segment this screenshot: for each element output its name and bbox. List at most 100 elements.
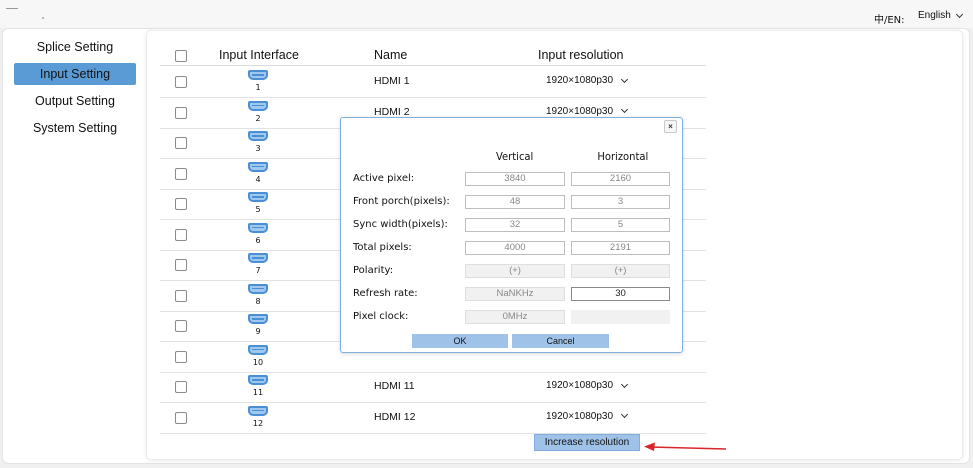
vertical-value-field: 48 bbox=[465, 195, 565, 209]
hdmi-port-icon bbox=[248, 314, 268, 324]
hdmi-port-icon bbox=[248, 161, 268, 172]
top-bar: 中/EN: English bbox=[0, 0, 973, 28]
horizontal-value-field: (+) bbox=[571, 264, 670, 278]
row-checkbox[interactable] bbox=[175, 259, 187, 271]
hdmi-port-icon bbox=[248, 405, 268, 416]
vertical-value-field: 4000 bbox=[465, 241, 565, 255]
window-minimize-mark bbox=[6, 8, 18, 9]
sidebar: Splice Setting Input Setting Output Settin… bbox=[14, 36, 136, 144]
vertical-value-field: 3840 bbox=[465, 172, 565, 186]
port-number: 11 bbox=[252, 388, 264, 397]
resolution-select[interactable]: 1920×1080p30 bbox=[546, 75, 629, 86]
chevron-down-icon bbox=[620, 75, 629, 83]
column-horizontal: Horizontal bbox=[597, 151, 649, 163]
hdmi-port-icon bbox=[248, 283, 268, 294]
hdmi-port-icon bbox=[248, 100, 268, 111]
resolution-select[interactable]: 1920×1080p30 bbox=[546, 380, 629, 391]
horizontal-value-field: 3 bbox=[571, 195, 670, 209]
port-number: 3 bbox=[255, 144, 261, 153]
chevron-down-icon bbox=[620, 105, 629, 114]
table-row: 12 HDMI 12 1920×1080p30 bbox=[160, 403, 706, 434]
row-checkbox[interactable] bbox=[175, 167, 187, 180]
resolution-value: 1920×1080p30 bbox=[546, 410, 614, 422]
port-number: 7 bbox=[255, 266, 261, 275]
increase-resolution-button[interactable]: Increase resolution bbox=[534, 434, 640, 451]
header-input-interface: Input Interface bbox=[219, 48, 299, 62]
port-number: 1 bbox=[255, 83, 261, 92]
row-checkbox[interactable] bbox=[175, 381, 187, 393]
language-value: English bbox=[918, 10, 951, 21]
horizontal-value-field: 2160 bbox=[571, 172, 670, 186]
hdmi-port-icon bbox=[248, 344, 268, 355]
select-all-checkbox[interactable] bbox=[175, 50, 187, 62]
column-vertical: Vertical bbox=[495, 151, 534, 163]
horizontal-value-field: 2191 bbox=[571, 241, 670, 255]
refresh-rate-input[interactable]: 30 bbox=[571, 287, 670, 301]
port-number: 10 bbox=[252, 357, 264, 367]
resolution-select[interactable]: 1920×1080p30 bbox=[546, 105, 629, 117]
port-number: 2 bbox=[255, 113, 261, 123]
ok-button[interactable]: OK bbox=[412, 334, 508, 348]
hdmi-port-icon bbox=[248, 253, 268, 263]
row-checkbox[interactable] bbox=[175, 350, 187, 363]
port-number: 8 bbox=[255, 296, 261, 306]
hdmi-port-icon bbox=[248, 375, 268, 385]
chevron-down-icon bbox=[620, 410, 629, 419]
input-name: HDMI 1 bbox=[374, 75, 410, 87]
resolution-select[interactable]: 1920×1080p30 bbox=[546, 410, 629, 422]
input-name: HDMI 2 bbox=[374, 105, 410, 118]
row-checkbox[interactable] bbox=[175, 228, 187, 241]
sidebar-item-output-setting[interactable]: Output Setting bbox=[14, 90, 136, 112]
port-number: 12 bbox=[252, 418, 264, 428]
language-label: 中/EN: bbox=[874, 15, 905, 26]
vertical-value-field: NaNKHz bbox=[465, 287, 565, 301]
row-checkbox[interactable] bbox=[175, 76, 187, 88]
resolution-value: 1920×1080p30 bbox=[546, 380, 614, 391]
field-label: Front porch(pixels): bbox=[353, 196, 450, 207]
row-checkbox[interactable] bbox=[175, 198, 187, 210]
cancel-button[interactable]: Cancel bbox=[512, 334, 609, 348]
port-number: 5 bbox=[255, 205, 261, 214]
horizontal-value-field: 5 bbox=[571, 218, 670, 232]
vertical-value-field: 0MHz bbox=[465, 310, 565, 324]
port-number: 9 bbox=[255, 327, 261, 336]
field-label: Sync width(pixels): bbox=[353, 219, 448, 230]
hdmi-port-icon bbox=[248, 222, 268, 233]
table-row: 1 HDMI 1 1920×1080p30 bbox=[160, 67, 706, 98]
field-label: Total pixels: bbox=[353, 242, 412, 253]
field-label: Refresh rate: bbox=[353, 288, 418, 299]
row-checkbox[interactable] bbox=[175, 106, 187, 119]
language-select[interactable]: English bbox=[918, 10, 963, 21]
sidebar-item-input-setting[interactable]: Input Setting bbox=[14, 63, 136, 85]
port-number: 6 bbox=[255, 235, 261, 245]
horizontal-value-field bbox=[571, 310, 670, 324]
field-label: Pixel clock: bbox=[353, 311, 409, 322]
row-checkbox[interactable] bbox=[175, 320, 187, 332]
chevron-down-icon bbox=[620, 380, 629, 388]
row-checkbox[interactable] bbox=[175, 411, 187, 424]
input-name: HDMI 11 bbox=[374, 380, 415, 392]
row-checkbox[interactable] bbox=[175, 289, 187, 302]
hdmi-port-icon bbox=[248, 70, 268, 80]
vertical-value-field: (+) bbox=[465, 264, 565, 278]
field-label: Polarity: bbox=[353, 265, 394, 276]
annotation-arrow bbox=[644, 442, 727, 451]
chevron-down-icon bbox=[955, 10, 963, 18]
input-name: HDMI 12 bbox=[374, 410, 416, 423]
field-label: Active pixel: bbox=[353, 173, 415, 184]
header-input-resolution: Input resolution bbox=[538, 48, 624, 62]
vertical-value-field: 32 bbox=[465, 218, 565, 232]
hdmi-port-icon bbox=[248, 192, 268, 202]
sidebar-item-system-setting[interactable]: System Setting bbox=[14, 117, 136, 139]
resolution-value: 1920×1080p30 bbox=[546, 75, 614, 86]
sidebar-item-splice-setting[interactable]: Splice Setting bbox=[14, 36, 136, 58]
window-dot bbox=[42, 17, 44, 19]
header-name: Name bbox=[374, 48, 408, 62]
row-checkbox[interactable] bbox=[175, 137, 187, 149]
port-number: 4 bbox=[255, 174, 261, 184]
table-row: 11 HDMI 11 1920×1080p30 bbox=[160, 372, 706, 403]
table-header: Input Interface Name Input resolution bbox=[160, 44, 706, 66]
close-icon[interactable]: × bbox=[664, 120, 677, 133]
resolution-value: 1920×1080p30 bbox=[546, 105, 614, 117]
hdmi-port-icon bbox=[248, 131, 268, 141]
